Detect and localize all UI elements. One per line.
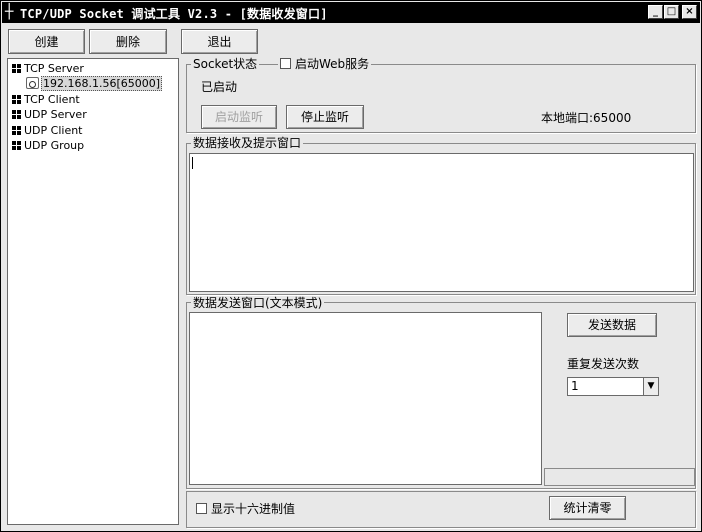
socket-status-legend: Socket状态 (191, 57, 260, 71)
checkbox-icon (196, 503, 207, 514)
tree-item-label: 192.168.1.56[65000] (41, 76, 163, 91)
stats-field (544, 468, 695, 486)
repeat-count-select[interactable]: 1 ▼ (567, 377, 659, 396)
tree-item-label: UDP Client (24, 124, 83, 137)
send-legend: 数据发送窗口(文本模式) (191, 296, 325, 310)
tree-item-tcp-server[interactable]: TCP Server (12, 61, 84, 76)
connection-icon (26, 77, 39, 89)
node-icon (12, 64, 21, 73)
web-service-checkbox[interactable]: 启动Web服务 (278, 57, 372, 71)
main-window: ┼ TCP/UDP Socket 调试工具 V2.3 - [数据收发窗口] _ … (0, 0, 702, 532)
receive-legend: 数据接收及提示窗口 (191, 136, 304, 150)
tree-item-udp-server[interactable]: UDP Server (12, 107, 87, 122)
node-icon (12, 110, 21, 119)
socket-status-text: 已启动 (201, 80, 238, 94)
delete-button[interactable]: 删除 (89, 29, 167, 54)
clear-stats-button[interactable]: 统计清零 (549, 496, 626, 520)
tree-item-label: UDP Server (24, 108, 87, 121)
text-caret (192, 157, 193, 169)
title-bar[interactable]: ┼ TCP/UDP Socket 调试工具 V2.3 - [数据收发窗口] _ … (2, 2, 700, 23)
socket-tree[interactable]: TCP Server 192.168.1.56[65000] TCP Clien… (7, 58, 179, 525)
checkbox-icon (280, 58, 291, 69)
tree-item-label: TCP Server (24, 62, 84, 75)
window-title: TCP/UDP Socket 调试工具 V2.3 - [数据收发窗口] (20, 7, 328, 21)
stop-listen-button[interactable]: 停止监听 (286, 105, 364, 129)
chevron-down-icon[interactable]: ▼ (643, 378, 658, 395)
node-icon (12, 141, 21, 150)
tree-item-udp-group[interactable]: UDP Group (12, 138, 84, 153)
node-icon (12, 95, 21, 104)
maximize-button[interactable]: □ (664, 5, 679, 19)
hex-display-checkbox[interactable]: 显示十六进制值 (196, 502, 295, 516)
repeat-count-label: 重复发送次数 (567, 357, 640, 371)
exit-button[interactable]: 退出 (181, 29, 258, 54)
repeat-count-value: 1 (571, 379, 579, 393)
send-data-button[interactable]: 发送数据 (567, 313, 657, 337)
tree-item-tcp-connection[interactable]: 192.168.1.56[65000] (26, 76, 163, 91)
tree-item-tcp-client[interactable]: TCP Client (12, 92, 80, 107)
web-service-label: 启动Web服务 (295, 57, 370, 71)
app-cross-icon: ┼ (5, 4, 14, 20)
create-button[interactable]: 创建 (8, 29, 85, 54)
receive-textarea[interactable] (189, 153, 694, 292)
tree-item-label: UDP Group (24, 139, 85, 152)
close-button[interactable]: × (682, 5, 697, 19)
tree-item-label: TCP Client (24, 93, 80, 106)
local-port-text: 本地端口:65000 (541, 111, 632, 125)
hex-display-label: 显示十六进制值 (211, 502, 296, 516)
node-icon (12, 126, 21, 135)
tree-item-udp-client[interactable]: UDP Client (12, 123, 83, 138)
start-listen-button[interactable]: 启动监听 (201, 105, 277, 129)
send-textarea[interactable] (189, 312, 542, 485)
minimize-button[interactable]: _ (648, 5, 663, 19)
